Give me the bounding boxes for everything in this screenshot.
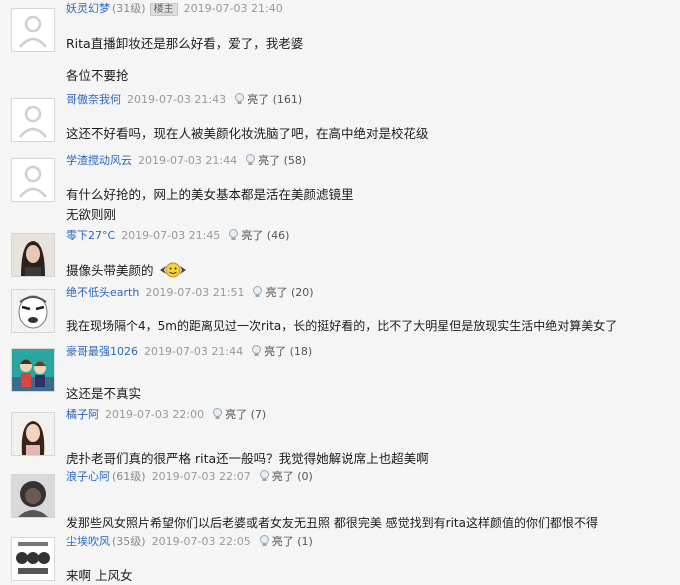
username-link[interactable]: 零下27°C [66,229,115,242]
avatar[interactable] [11,8,55,52]
lightbulb-icon [234,93,245,109]
user-level: (31级) [112,2,146,15]
comment-text: 摄像头带美颜的 [66,262,188,282]
like-button[interactable]: 亮了 (18) [251,345,312,358]
like-count: 亮了 (18) [264,345,313,358]
comment-date: 2019-07-03 21:44 [138,154,238,167]
comment-text: 无欲则刚 [66,207,117,222]
like-count: 亮了 (161) [247,93,303,106]
avatar[interactable] [11,98,55,142]
comment-date: 2019-07-03 21:40 [183,2,283,15]
comment-text: 发那些风女照片希望你们以后老婆或者女友无丑照 都很完美 感觉找到有rita这样颜… [66,516,598,530]
avatar[interactable] [11,289,55,333]
avatar[interactable] [11,158,55,202]
like-count: 亮了 (0) [271,470,313,483]
username-link[interactable]: 尘埃吹风 [66,535,110,548]
comment-text: 各位不要抢 [66,68,129,83]
comment-text: 虎扑老哥们真的很严格 rita还一般吗？我觉得她解说席上也超美啊 [66,451,429,466]
username-link[interactable]: 妖灵幻梦 [66,2,110,15]
user-level: (35级) [112,535,146,548]
comment-text-content: 摄像头带美颜的 [66,263,154,278]
like-button[interactable]: 亮了 (0) [259,470,313,483]
comment-date: 2019-07-03 21:51 [145,286,245,299]
comment-date: 2019-07-03 22:00 [105,408,205,421]
like-button[interactable]: 亮了 (161) [234,93,302,106]
comment-text: Rita直播卸妆还是那么好看，爱了，我老婆 [66,36,304,51]
comment-meta: 学渣搅动风云 2019-07-03 21:44 亮了 (58) [66,154,306,170]
username-link[interactable]: 学渣搅动风云 [66,154,132,167]
comment-date: 2019-07-03 22:07 [151,470,251,483]
like-count: 亮了 (1) [271,535,313,548]
avatar[interactable] [11,474,55,518]
comment-meta: 浪子心阿 (61级) 2019-07-03 22:07 亮了 (0) [66,470,313,486]
avatar[interactable] [11,412,55,456]
comment-meta: 妖灵幻梦 (31级) 楼主 2019-07-03 21:40 [66,2,283,17]
like-button[interactable]: 亮了 (58) [245,154,306,167]
avatar[interactable] [11,537,55,581]
comment-meta: 哥傲奈我何 2019-07-03 21:43 亮了 (161) [66,93,302,109]
like-count: 亮了 (58) [258,154,307,167]
lightbulb-icon [228,229,239,245]
comment-text: 我在现场隔个4，5m的距离见过一次rita，长的挺好看的，比不了大明星但是放现实… [66,319,618,333]
like-count: 亮了 (7) [225,408,267,421]
emoji-icon [158,262,188,282]
comment-text: 来啊 上风女 [66,568,133,583]
like-count: 亮了 (46) [241,229,290,242]
avatar[interactable] [11,233,55,277]
user-level: (61级) [112,470,146,483]
like-button[interactable]: 亮了 (7) [212,408,266,421]
comment-date: 2019-07-03 22:05 [151,535,251,548]
comment-meta: 零下27°C 2019-07-03 21:45 亮了 (46) [66,229,289,245]
comment-meta: 橘子阿 2019-07-03 22:00 亮了 (7) [66,408,266,424]
comment-date: 2019-07-03 21:44 [144,345,244,358]
op-badge: 楼主 [149,3,178,16]
lightbulb-icon [259,535,270,551]
username-link[interactable]: 橘子阿 [66,408,99,421]
comment-meta: 豪哥最强1026 2019-07-03 21:44 亮了 (18) [66,345,312,361]
like-button[interactable]: 亮了 (20) [252,286,314,302]
username-link[interactable]: 绝不低头earth [66,286,139,299]
comment-text: 有什么好抢的，网上的美女基本都是活在美颜滤镜里 [66,187,354,202]
username-link[interactable]: 浪子心阿 [66,470,110,483]
like-button[interactable]: 亮了 (46) [228,229,289,242]
comment-text: 这还不好看吗，现在人被美颜化妆洗脑了吧，在高中绝对是校花级 [66,126,429,141]
lightbulb-icon [251,345,262,361]
comment-text: 这还是不真实 [66,386,142,401]
username-link[interactable]: 豪哥最强1026 [66,345,138,358]
lightbulb-icon [252,286,263,302]
lightbulb-icon [245,154,256,170]
comment-date: 2019-07-03 21:45 [121,229,221,242]
comment-meta: 绝不低头earth 2019-07-03 21:51 亮了 (20) [66,286,314,302]
comment-date: 2019-07-03 21:43 [127,93,227,106]
like-button[interactable]: 亮了 (1) [259,535,313,548]
like-count: 亮了 (20) [265,286,314,299]
comment-meta: 尘埃吹风 (35级) 2019-07-03 22:05 亮了 (1) [66,535,313,551]
lightbulb-icon [212,408,223,424]
lightbulb-icon [259,470,270,486]
username-link[interactable]: 哥傲奈我何 [66,93,121,106]
avatar[interactable] [11,348,55,392]
